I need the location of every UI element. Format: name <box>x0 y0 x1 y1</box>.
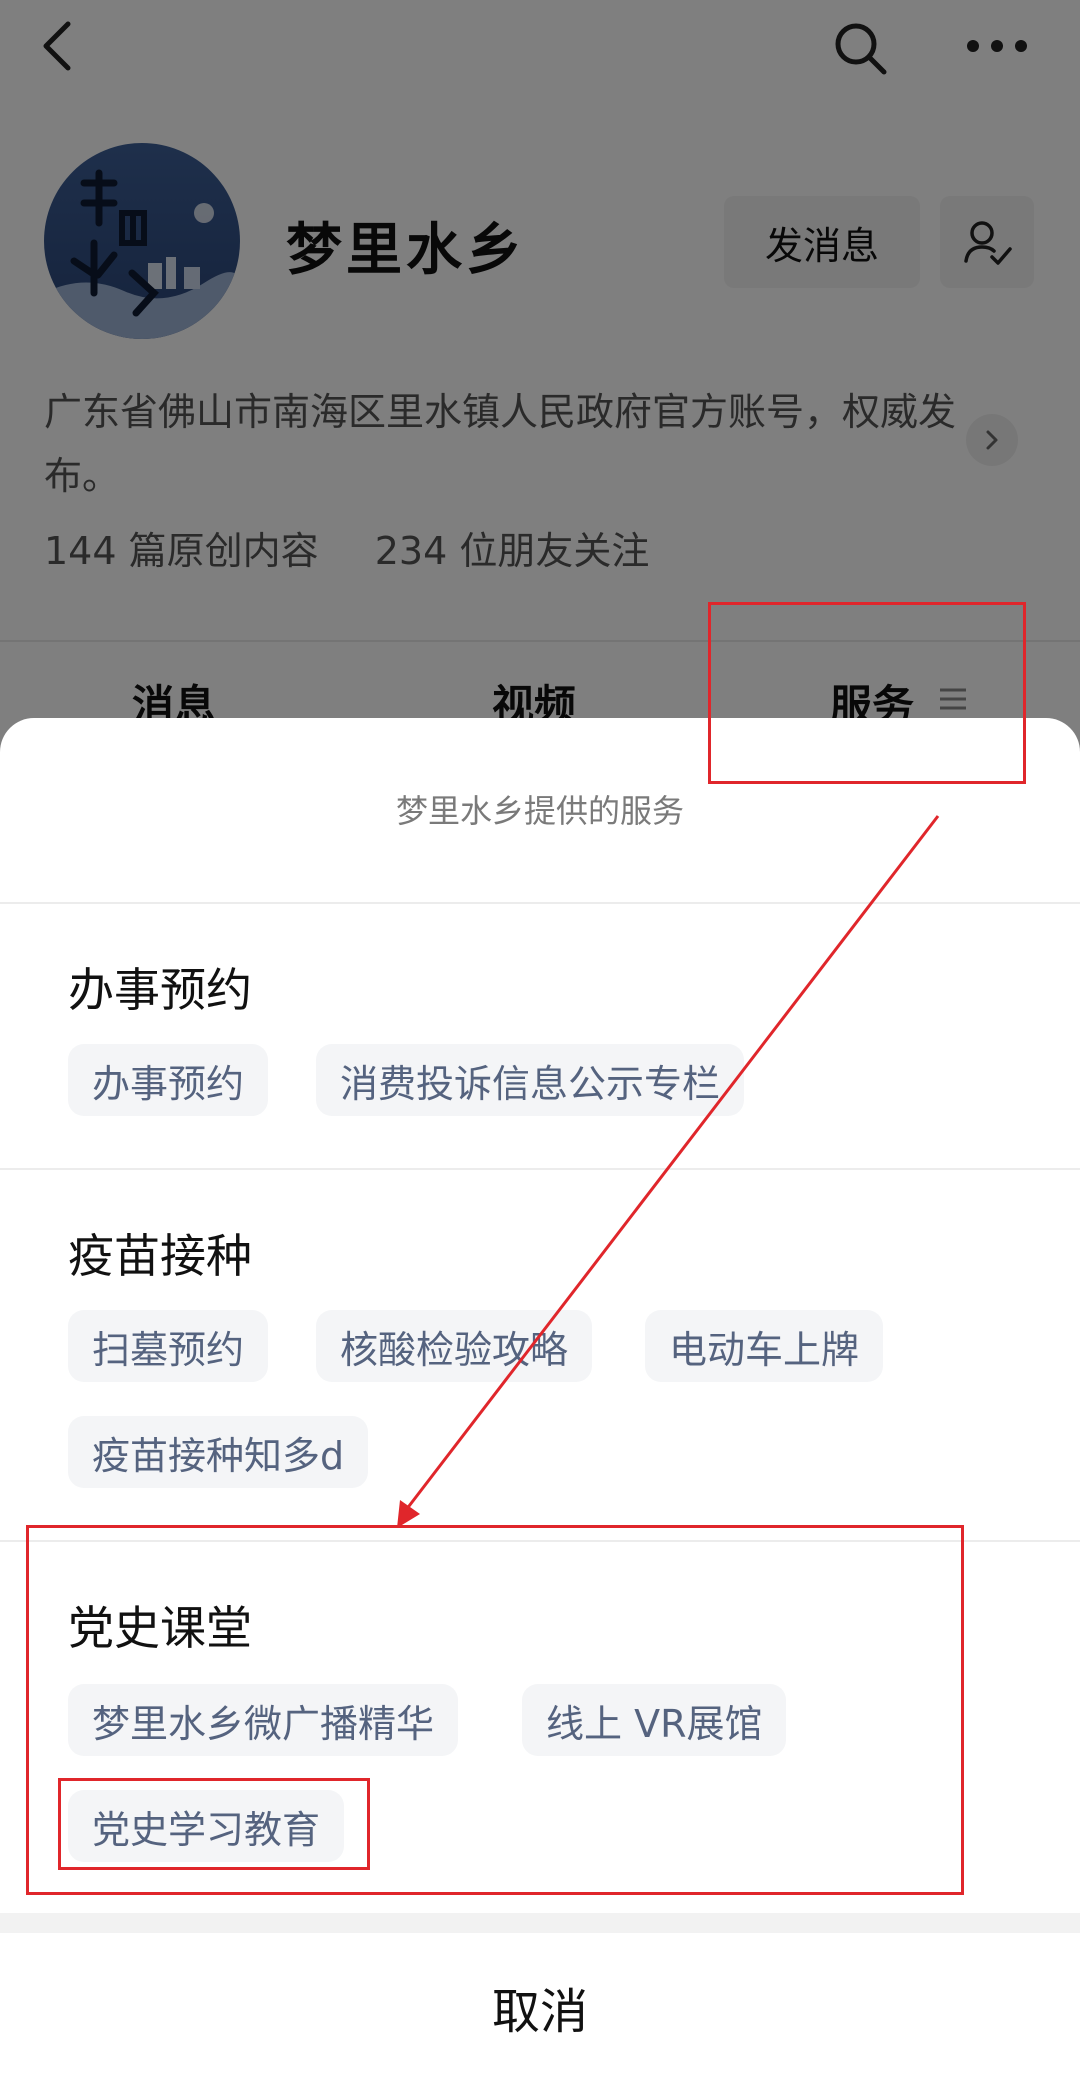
divider <box>0 1168 1080 1170</box>
service-chip[interactable]: 疫苗接种知多d <box>68 1416 369 1488</box>
sheet-title: 梦里水乡提供的服务 <box>395 792 684 830</box>
service-chip[interactable]: 扫墓预约 <box>68 1310 269 1382</box>
cancel-button[interactable]: 取消 <box>0 1933 1080 2080</box>
section-title: 疫苗接种 <box>68 1229 252 1283</box>
section-title: 办事预约 <box>68 963 252 1017</box>
service-chip[interactable]: 电动车上牌 <box>645 1310 884 1382</box>
annotation-box-party-education-chip <box>58 1778 370 1870</box>
annotation-box-services-tab <box>708 602 1026 784</box>
service-chip[interactable]: 办事预约 <box>68 1044 269 1116</box>
screen: 梦里水乡 发消息 广东省佛山市南海区里水镇人民政府官方账号，权威发布。 144 … <box>0 0 1080 2080</box>
service-chip[interactable]: 核酸检验攻略 <box>316 1310 593 1382</box>
divider <box>0 902 1080 904</box>
sheet-gap <box>0 1913 1080 1933</box>
service-chip[interactable]: 消费投诉信息公示专栏 <box>316 1044 745 1116</box>
